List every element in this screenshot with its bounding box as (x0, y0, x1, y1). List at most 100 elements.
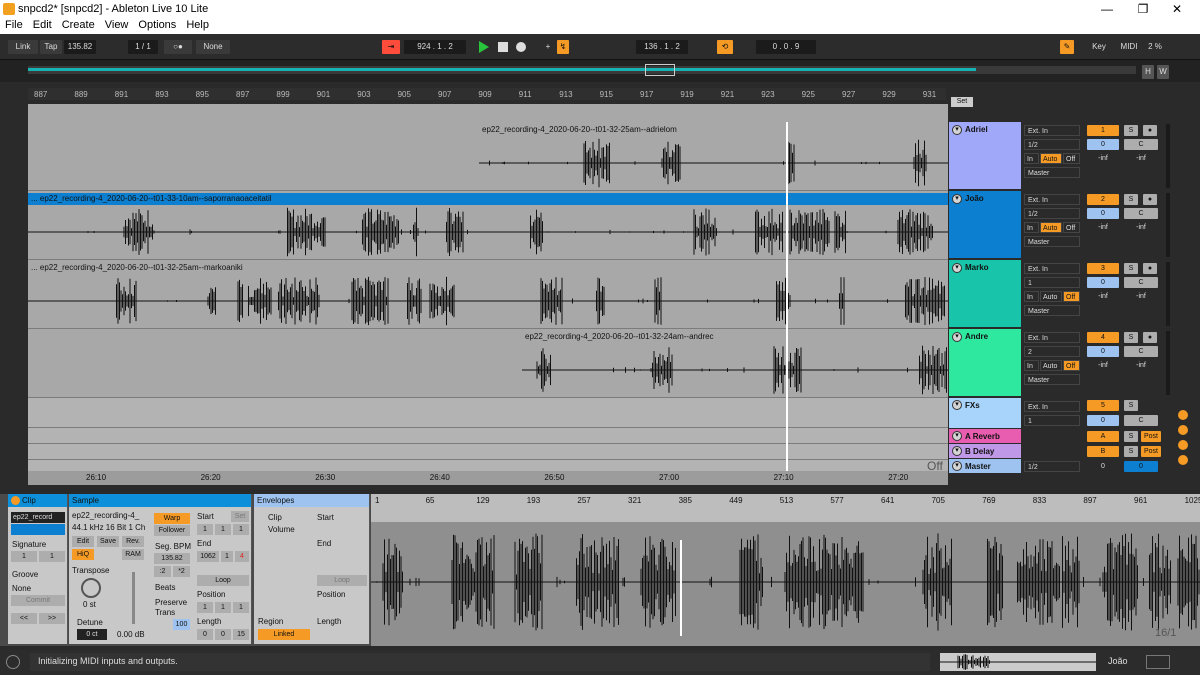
warp-mode-select[interactable]: Beats (155, 583, 175, 592)
io-toggle-icon[interactable] (1178, 410, 1188, 420)
track-activator[interactable]: A (1087, 431, 1119, 442)
monitor-in-button[interactable]: In (1024, 291, 1039, 302)
menu-options[interactable]: Options (133, 18, 181, 31)
audio-clip[interactable]: ... ep22_recording-4_2020-06-20--t01-33-… (28, 193, 948, 259)
gain-slider[interactable] (132, 572, 135, 624)
position-bar[interactable]: 1 (197, 602, 213, 613)
monitor-off-button[interactable]: Off (1063, 222, 1080, 233)
hide-h-button[interactable]: H (1142, 65, 1154, 79)
output-select[interactable]: Master (1024, 305, 1080, 316)
return-lane[interactable] (28, 398, 948, 428)
end-sixteenth[interactable]: 4 (235, 551, 249, 562)
overview-view-box[interactable] (645, 64, 675, 76)
output-select[interactable]: Master (1024, 374, 1080, 385)
master-volume-field[interactable]: 0 (1124, 461, 1158, 472)
volume-field[interactable]: 0 (1087, 346, 1119, 357)
envelope-device-select[interactable]: Clip (268, 513, 282, 522)
loop-button[interactable]: Loop (197, 575, 249, 586)
start-sixteenth[interactable]: 1 (233, 524, 249, 535)
quantization-select[interactable]: None (196, 40, 230, 54)
follower-button[interactable]: Follower (154, 525, 190, 536)
transient-envelope-field[interactable]: 100 (173, 619, 190, 630)
next-clip-button[interactable]: >> (39, 613, 65, 624)
input-channel-select[interactable]: 1/2 (1024, 139, 1080, 150)
sig-numerator[interactable]: 1 (11, 551, 37, 562)
fold-icon[interactable]: ▾ (952, 446, 962, 456)
output-select[interactable]: Master (1024, 167, 1080, 178)
position-sixteenth[interactable]: 1 (233, 602, 249, 613)
volume-field[interactable]: 0 (1087, 139, 1119, 150)
preserve-select[interactable]: Trans (155, 608, 175, 617)
draw-mode-icon[interactable]: ✎ (1060, 40, 1074, 54)
solo-button[interactable]: S (1124, 125, 1138, 136)
follow-button[interactable]: ⇥ (382, 40, 400, 54)
audio-clip[interactable]: ... ep22_recording-4_2020-06-20--t01-32-… (28, 262, 948, 328)
input-channel-select[interactable]: 2 (1024, 346, 1080, 357)
stop-icon[interactable] (498, 42, 508, 52)
beat-time-ruler[interactable]: 887 889 891 893 895 897 899 901 903 905 907 909 911 9… (28, 88, 946, 100)
loop-length-field[interactable]: 0 . 0 . 9 (756, 40, 816, 54)
link-button[interactable]: Link (8, 40, 38, 54)
loop-start-field[interactable]: 136 . 1 . 2 (636, 40, 688, 54)
menu-file[interactable]: File (0, 18, 28, 31)
solo-button[interactable]: S (1124, 332, 1138, 343)
mixer-toggle-icon[interactable] (1178, 440, 1188, 450)
arrangement-view[interactable]: ep22_recording-4_2020-06-20--t01-32-25am… (28, 104, 948, 484)
arm-button[interactable]: ● (1143, 125, 1157, 136)
fold-icon[interactable]: ▾ (952, 125, 962, 135)
start-bar[interactable]: 1 (197, 524, 213, 535)
arrangement-overview[interactable]: H W (0, 60, 1200, 82)
length-bar[interactable]: 0 (197, 629, 213, 640)
env-loop-button[interactable]: Loop (317, 575, 367, 586)
solo-button[interactable]: S (1124, 194, 1138, 205)
input-type-select[interactable]: Ext. In (1024, 125, 1080, 136)
monitor-auto-button[interactable]: Auto (1040, 153, 1062, 164)
arrangement-position[interactable]: 924 . 1 . 2 (404, 40, 466, 54)
track-activator[interactable]: B (1087, 446, 1119, 457)
monitor-in-button[interactable]: In (1024, 360, 1039, 371)
input-channel-select[interactable]: 1 (1024, 277, 1080, 288)
position-beat[interactable]: 1 (215, 602, 231, 613)
menu-view[interactable]: View (100, 18, 134, 31)
prev-clip-button[interactable]: << (11, 613, 37, 624)
fold-icon[interactable]: ▾ (952, 332, 962, 342)
hiq-button[interactable]: HiQ (72, 549, 94, 560)
tap-button[interactable]: Tap (40, 40, 62, 54)
start-set-button[interactable]: Set (231, 511, 249, 522)
sample-display[interactable]: 1 65 129 193 257 321 385 449 513 577 641 705 769 833 8… (371, 494, 1200, 646)
menu-help[interactable]: Help (181, 18, 214, 31)
monitor-off-button[interactable]: Off (1063, 153, 1080, 164)
input-type-select[interactable]: Ext. In (1024, 263, 1080, 274)
transpose-knob[interactable] (81, 578, 101, 598)
solo-button[interactable]: S (1124, 431, 1138, 442)
length-sixteenth[interactable]: 15 (233, 629, 249, 640)
record-icon[interactable] (516, 42, 526, 52)
monitor-in-button[interactable]: In (1024, 153, 1039, 164)
returns-toggle-icon[interactable] (1178, 425, 1188, 435)
input-channel-select[interactable]: 1 (1024, 415, 1080, 426)
clip-name-field[interactable]: ep22_record (11, 512, 65, 523)
monitor-auto-button[interactable]: Auto (1040, 222, 1062, 233)
reverse-button[interactable]: Rev. (122, 536, 144, 547)
loop-switch-icon[interactable]: ⟲ (717, 40, 733, 54)
monitor-in-button[interactable]: In (1024, 222, 1039, 233)
key-map-button[interactable]: Key (1088, 40, 1110, 54)
overdub-icon[interactable]: + (542, 40, 554, 54)
volume-field[interactable]: 0 (1087, 208, 1119, 219)
double-tempo-button[interactable]: *2 (173, 566, 190, 577)
monitor-auto-button[interactable]: Auto (1040, 360, 1062, 371)
pan-field[interactable]: C (1124, 208, 1158, 219)
audio-clip[interactable]: ep22_recording-4_2020-06-20--t01-32-25am… (479, 124, 948, 190)
automation-arm-icon[interactable]: ↯ (557, 40, 569, 54)
linked-button[interactable]: Linked (258, 629, 310, 640)
info-view-toggle-icon[interactable] (6, 655, 20, 669)
volume-field[interactable]: 0 (1087, 277, 1119, 288)
length-beat[interactable]: 0 (215, 629, 231, 640)
cue-output-select[interactable]: 1/2 (1024, 461, 1080, 472)
ram-button[interactable]: RAM (122, 549, 144, 560)
tempo-field[interactable]: 135.82 (64, 40, 96, 54)
fold-icon[interactable]: ▾ (952, 194, 962, 204)
pan-field[interactable]: C (1124, 346, 1158, 357)
monitor-off-button[interactable]: Off (1063, 291, 1080, 302)
half-tempo-button[interactable]: :2 (154, 566, 171, 577)
